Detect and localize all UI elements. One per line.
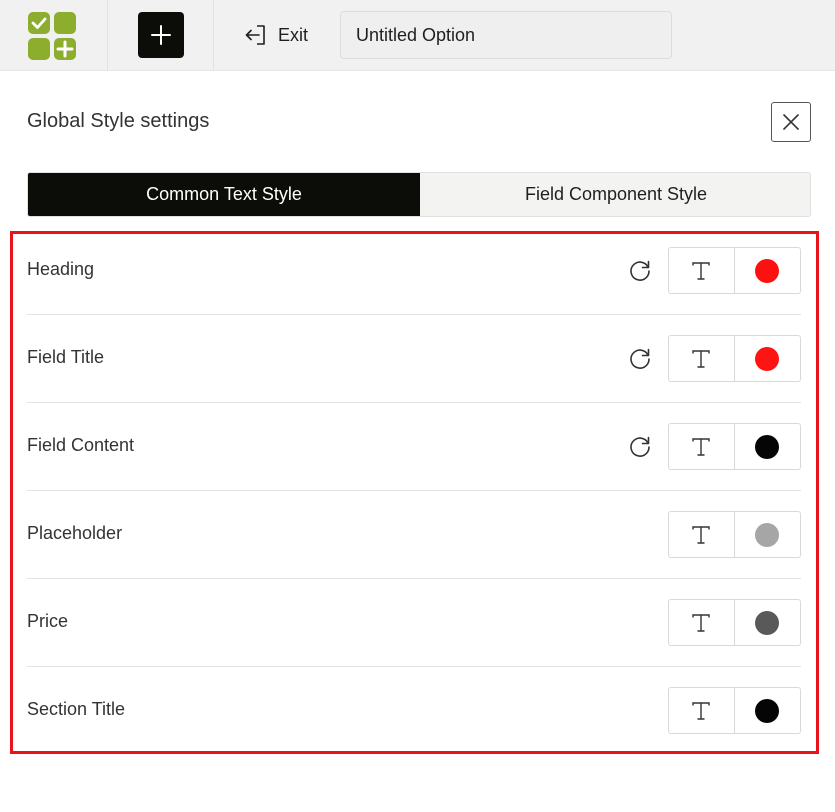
color-picker-button[interactable] xyxy=(735,424,801,469)
font-button[interactable] xyxy=(669,424,735,469)
exit-button[interactable]: Exit xyxy=(244,20,308,50)
font-button[interactable] xyxy=(669,512,735,557)
app-logo-icon xyxy=(28,12,76,60)
font-button[interactable] xyxy=(669,688,735,733)
style-tabs: Common Text Style Field Component Style xyxy=(27,172,811,217)
color-picker-button[interactable] xyxy=(735,600,801,645)
style-row-label: Price xyxy=(27,611,69,631)
font-icon xyxy=(692,349,710,368)
style-row-field-title: Field Title xyxy=(27,315,801,403)
color-picker-button[interactable] xyxy=(735,248,801,293)
style-controls xyxy=(668,687,801,734)
color-swatch xyxy=(755,346,780,371)
color-picker-button[interactable] xyxy=(735,336,801,381)
color-swatch xyxy=(755,698,780,723)
font-button[interactable] xyxy=(669,248,735,293)
color-picker-button[interactable] xyxy=(735,688,801,733)
close-button[interactable] xyxy=(771,102,811,142)
style-row-label: Section Title xyxy=(27,699,126,719)
style-row-label: Field Content xyxy=(27,435,135,455)
plus-icon xyxy=(151,25,171,45)
reset-icon[interactable] xyxy=(627,434,653,460)
color-swatch xyxy=(755,434,780,459)
font-button[interactable] xyxy=(669,336,735,381)
color-swatch xyxy=(755,610,780,635)
color-swatch xyxy=(755,522,780,547)
font-icon xyxy=(692,261,710,280)
style-row-field-content: Field Content xyxy=(27,403,801,491)
text-style-list: Heading Field Title Field Content Placeh… xyxy=(27,227,801,755)
style-controls xyxy=(668,247,801,294)
panel-title: Global Style settings xyxy=(27,110,210,132)
style-row-price: Price xyxy=(27,579,801,667)
style-row-label: Heading xyxy=(27,259,95,279)
style-row-label: Placeholder xyxy=(27,523,123,543)
style-controls xyxy=(668,511,801,558)
add-cell xyxy=(108,0,214,71)
style-controls xyxy=(668,335,801,382)
tab-field-component-style[interactable]: Field Component Style xyxy=(420,173,810,216)
top-bar: Exit xyxy=(0,0,835,71)
font-icon xyxy=(692,525,710,544)
exit-icon xyxy=(245,25,265,45)
logo-cell xyxy=(0,0,108,71)
option-title-input[interactable] xyxy=(340,11,672,59)
font-icon xyxy=(692,613,710,632)
color-swatch xyxy=(755,258,780,283)
style-row-section-title: Section Title xyxy=(27,667,801,755)
font-icon xyxy=(692,437,710,456)
style-controls xyxy=(668,423,801,470)
reset-icon[interactable] xyxy=(627,258,653,284)
color-picker-button[interactable] xyxy=(735,512,801,557)
add-button[interactable] xyxy=(138,12,184,58)
tab-common-text-style[interactable]: Common Text Style xyxy=(28,173,420,216)
font-button[interactable] xyxy=(669,600,735,645)
style-row-heading: Heading xyxy=(27,227,801,315)
style-controls xyxy=(668,599,801,646)
reset-icon[interactable] xyxy=(627,346,653,372)
style-row-placeholder: Placeholder xyxy=(27,491,801,579)
style-row-label: Field Title xyxy=(27,347,105,367)
font-icon xyxy=(692,701,710,720)
exit-label: Exit xyxy=(278,24,309,45)
close-icon xyxy=(783,114,799,130)
